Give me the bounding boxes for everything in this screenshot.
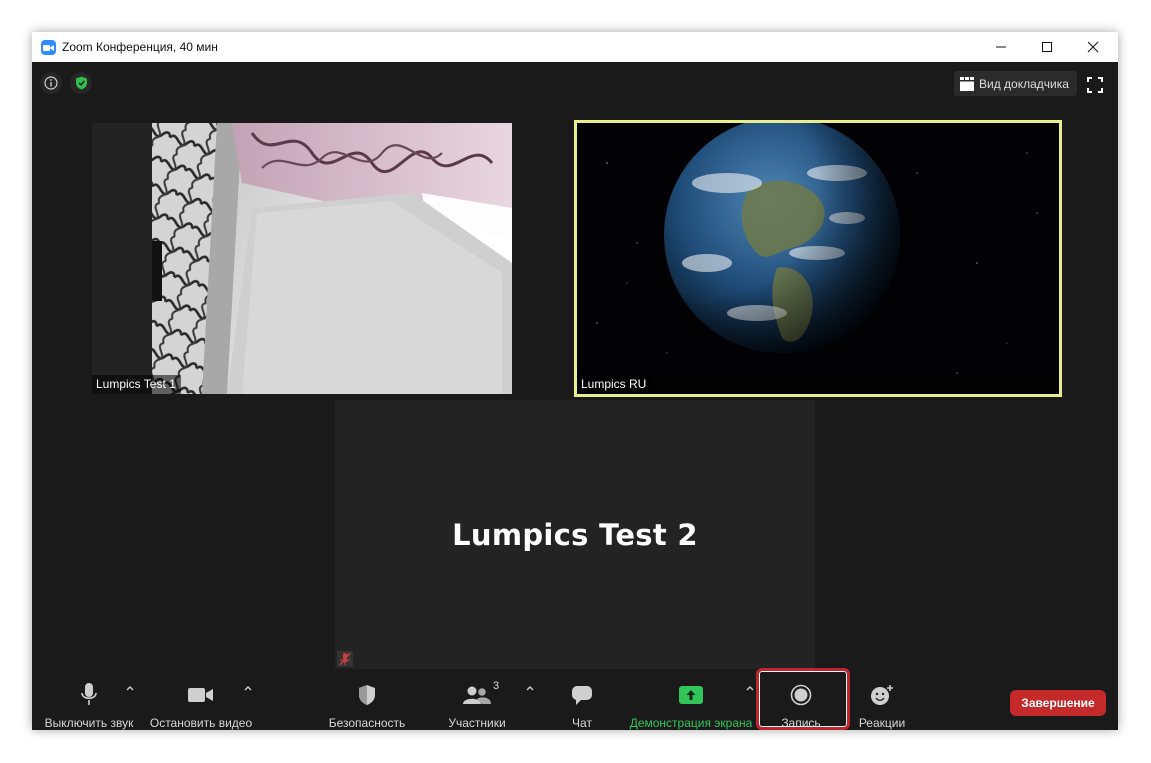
share-screen-label: Демонстрация экрана <box>629 716 753 730</box>
reactions-label: Реакции <box>858 716 906 730</box>
video-tile-lumpics-ru[interactable]: Lumpics RU <box>574 120 1062 397</box>
record-highlight-frame <box>756 668 850 730</box>
camera-video-feed <box>92 123 512 394</box>
participants-icon <box>463 682 491 708</box>
close-button[interactable] <box>1070 32 1116 62</box>
video-tile-lumpics-test-1[interactable]: Lumpics Test 1 <box>92 123 512 394</box>
fullscreen-icon[interactable] <box>1086 76 1104 94</box>
microphone-icon <box>81 682 97 708</box>
zoom-window: Zoom Конференция, 40 мин Вид докладчика <box>32 32 1118 730</box>
meeting-toolbar: Выключить звук Остановить видео Безопасн… <box>32 670 1118 730</box>
share-screen-icon <box>679 682 703 708</box>
title-bar: Zoom Конференция, 40 мин <box>32 32 1118 62</box>
stop-video-label: Остановить видео <box>149 716 253 730</box>
mute-options-chevron-up-icon[interactable] <box>124 682 136 694</box>
share-screen-button[interactable]: Демонстрация экрана <box>630 682 752 730</box>
top-left-icons <box>40 72 92 94</box>
zoom-app-icon <box>41 40 56 55</box>
participant-name-display: Lumpics Test 2 <box>452 517 698 552</box>
chat-bubble-icon <box>571 682 593 708</box>
mute-label: Выключить звук <box>44 716 134 730</box>
speaker-view-label: Вид докладчика <box>979 76 1069 91</box>
chat-button[interactable]: Чат <box>527 682 637 730</box>
participants-label: Участники <box>448 716 506 730</box>
add-reaction-icon <box>870 682 894 708</box>
maximize-button[interactable] <box>1024 32 1070 62</box>
participants-button[interactable]: Участники <box>422 682 532 730</box>
speaker-view-button[interactable]: Вид докладчика <box>954 71 1077 96</box>
security-button[interactable]: Безопасность <box>312 682 422 730</box>
earth-video-feed <box>577 123 1059 394</box>
video-camera-icon <box>188 682 214 708</box>
muted-mic-icon <box>337 651 353 667</box>
security-label: Безопасность <box>328 716 406 730</box>
video-options-chevron-up-icon[interactable] <box>242 682 254 694</box>
shield-icon <box>358 682 376 708</box>
encryption-shield-icon[interactable] <box>70 72 92 94</box>
stop-video-button[interactable]: Остановить видео <box>146 682 256 730</box>
minimize-button[interactable] <box>978 32 1024 62</box>
participant-name-label: Lumpics RU <box>577 375 652 394</box>
video-tile-lumpics-test-2[interactable]: Lumpics Test 2 <box>335 400 815 669</box>
end-meeting-button[interactable]: Завершение <box>1010 690 1106 716</box>
speaker-view-icon <box>960 76 974 91</box>
chat-label: Чат <box>572 716 592 730</box>
participant-name-label: Lumpics Test 1 <box>92 375 181 394</box>
info-icon[interactable] <box>40 72 62 94</box>
participants-count: 3 <box>493 680 500 692</box>
window-title: Zoom Конференция, 40 мин <box>62 40 218 54</box>
